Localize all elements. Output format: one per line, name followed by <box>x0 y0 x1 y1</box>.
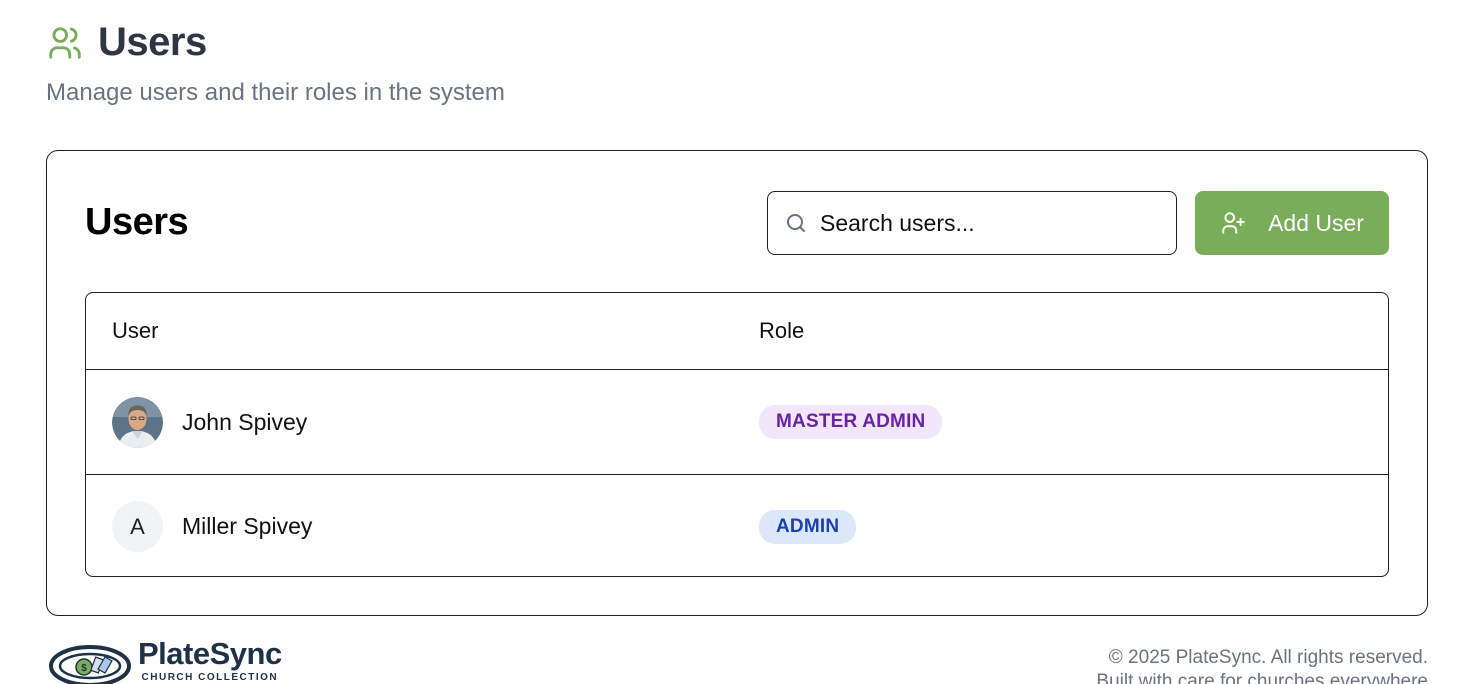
column-header-role[interactable]: Role <box>759 318 1388 344</box>
column-header-user[interactable]: User <box>86 318 759 344</box>
brand-name: PlateSync <box>138 636 282 671</box>
table-header: User Role <box>86 293 1388 370</box>
role-cell: ADMIN <box>759 509 1388 544</box>
users-table: User Role John Spivey MASTER ADMIN A Mil… <box>85 292 1389 577</box>
page-header: Users Manage users and their roles in th… <box>46 20 505 107</box>
brand-text: PlateSync CHURCH COLLECTION <box>138 636 282 683</box>
platesync-logo-icon: $ <box>48 642 132 684</box>
card-title: Users <box>85 201 189 243</box>
avatar: A <box>112 501 163 552</box>
user-cell: A Miller Spivey <box>86 501 759 552</box>
footer-logo[interactable]: $ PlateSync CHURCH COLLECTION <box>48 636 282 684</box>
add-user-button[interactable]: Add User <box>1195 191 1389 255</box>
user-name: Miller Spivey <box>182 513 313 539</box>
page-subtitle: Manage users and their roles in the syst… <box>46 79 505 106</box>
user-plus-icon <box>1220 210 1246 236</box>
search-input[interactable] <box>820 209 1160 237</box>
add-user-label: Add User <box>1268 209 1364 236</box>
role-cell: MASTER ADMIN <box>759 405 1388 439</box>
footer-info: © 2025 PlateSync. All rights reserved. B… <box>1096 646 1428 684</box>
users-page: Users Manage users and their roles in th… <box>0 0 1472 684</box>
brand-tagline: CHURCH COLLECTION <box>141 672 279 683</box>
users-icon <box>46 24 84 62</box>
avatar <box>112 396 163 448</box>
users-card: Users Add User <box>46 150 1428 616</box>
user-name: John Spivey <box>182 408 308 435</box>
role-badge: ADMIN <box>759 509 857 544</box>
search-icon <box>784 211 808 235</box>
table-row[interactable]: A Miller Spivey ADMIN <box>86 474 1388 576</box>
search-box[interactable] <box>767 191 1177 255</box>
role-badge: MASTER ADMIN <box>759 405 943 439</box>
title-row: Users <box>46 20 505 65</box>
svg-text:$: $ <box>81 663 87 674</box>
page-title: Users <box>98 20 207 64</box>
copyright-text: © 2025 PlateSync. All rights reserved. <box>1108 647 1428 668</box>
table-row[interactable]: John Spivey MASTER ADMIN <box>86 370 1388 474</box>
user-cell: John Spivey <box>86 396 759 448</box>
footer-tagline: Built with care for churches everywhere <box>1096 671 1428 684</box>
